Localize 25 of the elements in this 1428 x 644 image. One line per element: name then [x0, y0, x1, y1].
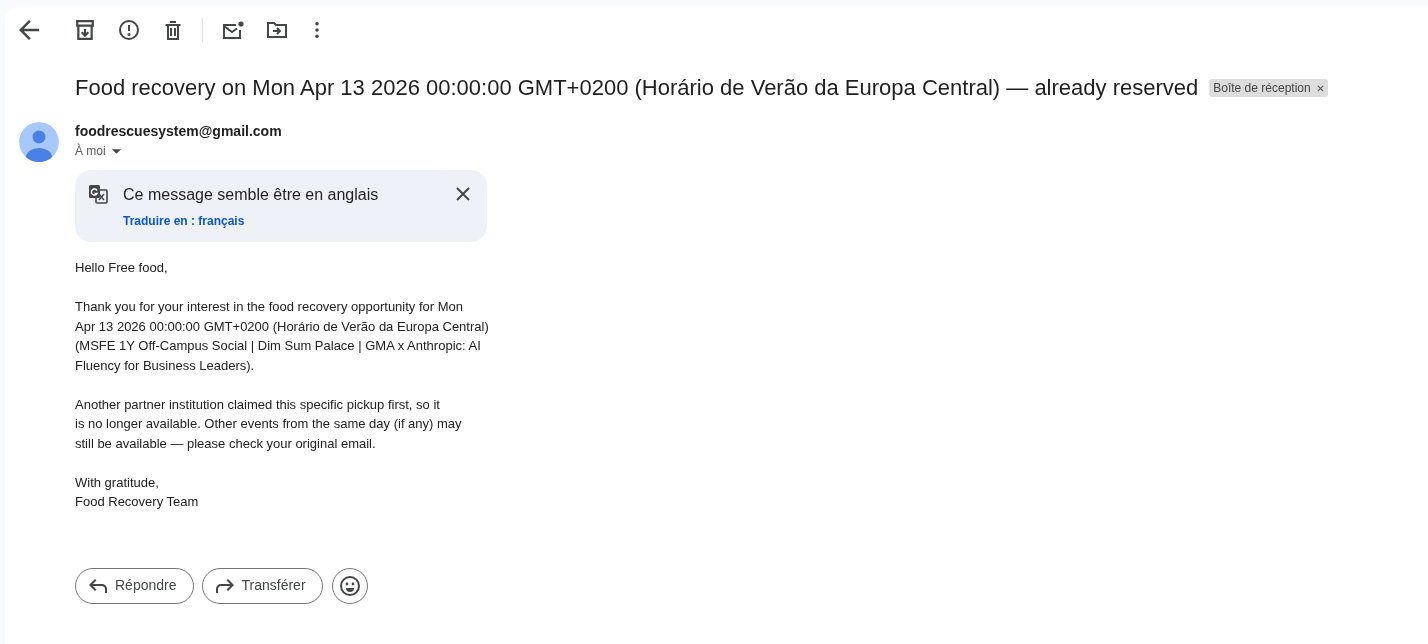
more-vertical-icon: [315, 22, 319, 38]
envelope-dot-icon: [222, 20, 244, 40]
body-paragraph: Another partner institution claimed this specific pickup first, so it is no longer available. Other events from the same day (if any) may still be available — please check your original email.: [75, 395, 462, 453]
reply-arrow-icon: [89, 578, 107, 593]
sender-email: foodrescuesystem@gmail.com: [75, 122, 282, 140]
body-paragraph: With gratitude, Food Recovery Team: [75, 473, 199, 511]
exclamation-circle-icon: [119, 20, 139, 40]
body-paragraph: Hello Free food,: [75, 259, 168, 277]
translation-message: Ce message semble être en anglais: [123, 185, 379, 205]
translate-link[interactable]: Traduire en : français: [123, 213, 245, 229]
avatar-icon: [19, 122, 59, 162]
remove-label-icon[interactable]: [1316, 84, 1324, 92]
caret-icon: [111, 148, 121, 154]
archive-box-icon: [76, 20, 94, 40]
forward-arrow-icon: [215, 578, 234, 593]
body-paragraph: Thank you for your interest in the food recovery opportunity for Mon Apr 13 2026 00:00:00 GMT+0200 (Horário de Verão da Europa Central) (MSFE 1Y Off-Campus Social | Dim Sum Palace | GMA x Anthropic: AI Fluency for Business Leaders).: [75, 298, 489, 375]
close-icon: [456, 187, 470, 201]
translate-icon: [88, 184, 108, 204]
recipients-dropdown[interactable]: À moi: [75, 143, 121, 159]
email-subject: Food recovery on Mon Apr 13 2026 00:00:00 GMT+0200 (Horário de Verão da Europa Central) — already reserved: [75, 74, 1199, 102]
back-arrow-icon: [19, 20, 39, 40]
folder-arrow-icon: [267, 22, 287, 38]
smiley-icon: [339, 575, 360, 596]
trash-icon: [165, 20, 181, 40]
label-text: Boîte de réception: [1213, 80, 1311, 96]
